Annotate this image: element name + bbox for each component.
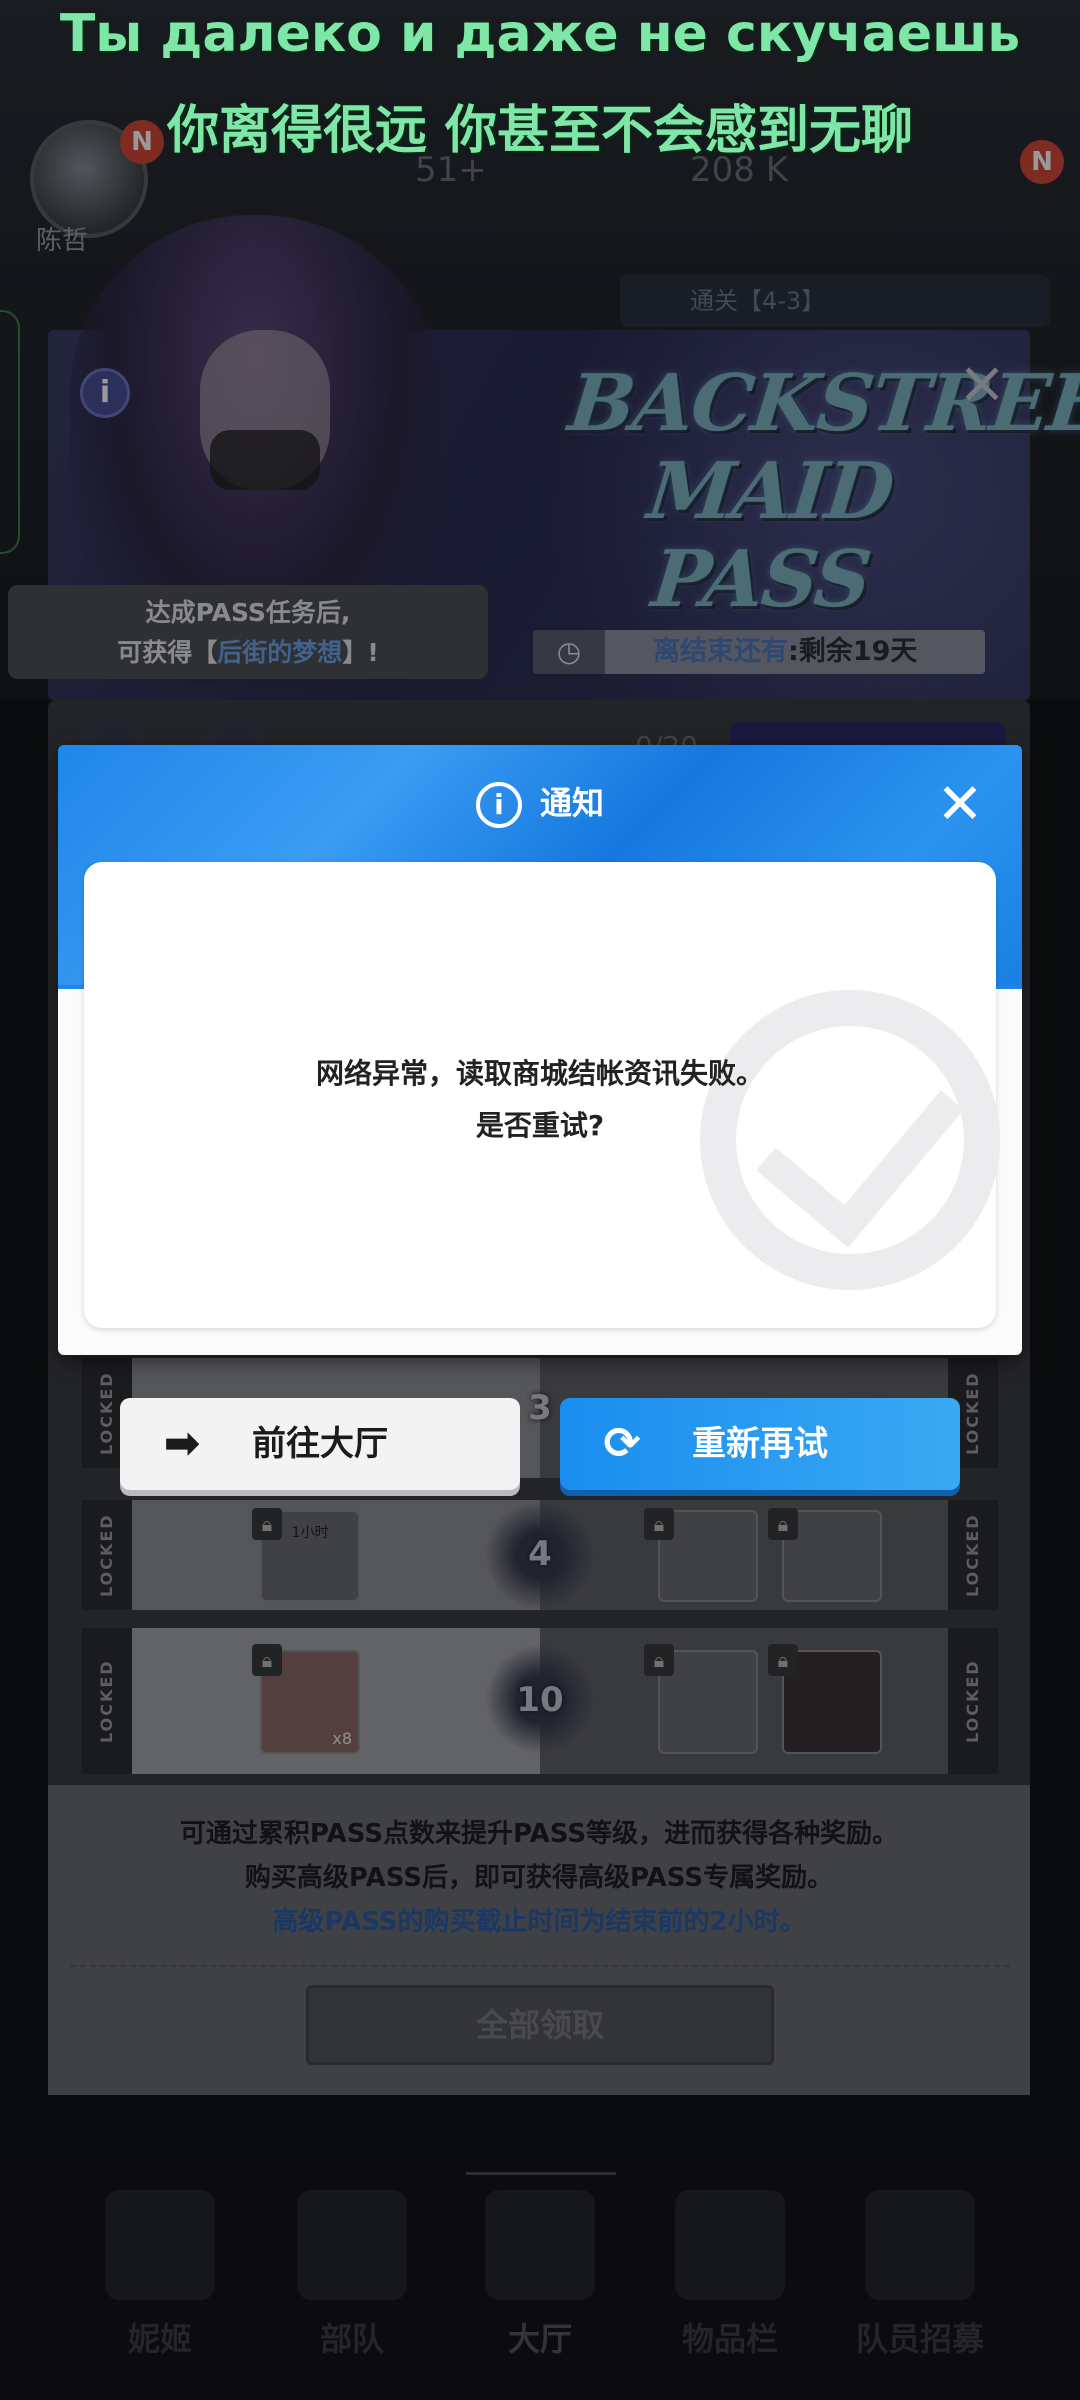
dialog-message: 网络异常，读取商城结帐资讯失败。 是否重试? (84, 1048, 996, 1152)
retry-button[interactable]: ⟳ 重新再试 (560, 1398, 960, 1490)
subtitle-line1: Ты далеко и даже не скучаешь (59, 4, 1021, 64)
arrow-right-icon: ➡ (163, 1418, 201, 1469)
info-icon: i (475, 782, 522, 828)
close-icon[interactable]: ✕ (930, 775, 990, 835)
go-to-lobby-button[interactable]: ➡ 前往大厅 (120, 1398, 520, 1490)
dialog-title-text: 通知 (539, 784, 604, 822)
go-to-lobby-label: 前往大厅 (252, 1424, 388, 1464)
dialog-title: i 通知 (58, 778, 1022, 828)
subtitle-line2: 你离得很远 你甚至不会感到无聊 (166, 101, 914, 161)
refresh-icon: ⟳ (603, 1418, 641, 1469)
retry-label: 重新再试 (692, 1424, 828, 1464)
dialog-message-line2: 是否重试? (475, 1109, 605, 1142)
dialog-message-line1: 网络异常，读取商城结帐资讯失败。 (315, 1057, 764, 1090)
